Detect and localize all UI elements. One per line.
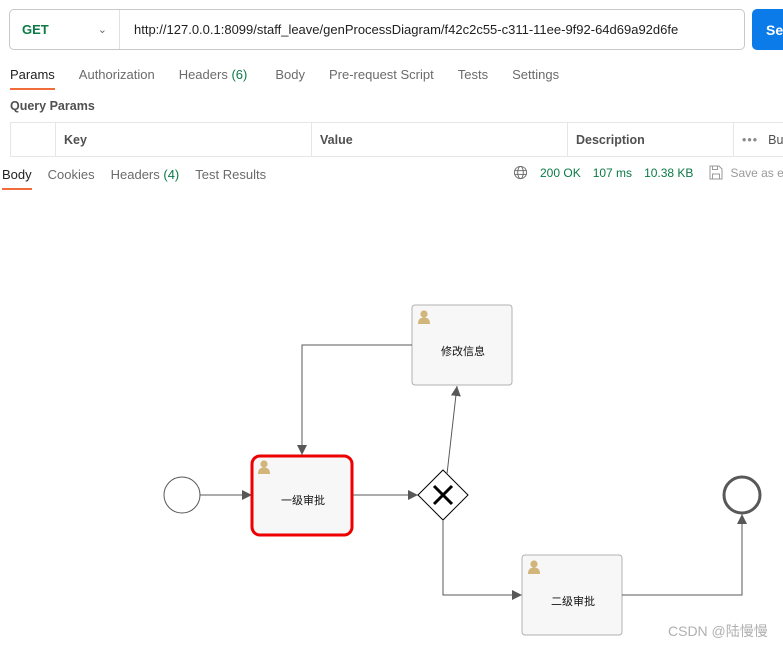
chevron-down-icon: ⌄ xyxy=(97,24,107,36)
tab-body[interactable]: Body xyxy=(275,62,305,90)
tab-label: Headers xyxy=(110,167,160,182)
params-table-header: Key Value Description ••• Bu xyxy=(10,122,783,157)
more-icon[interactable]: ••• xyxy=(742,133,758,147)
response-tab-body[interactable]: Body xyxy=(2,160,32,190)
tab-label: Authorization xyxy=(78,67,155,82)
request-tabs: Params Authorization Headers (6) Body Pr… xyxy=(10,62,559,90)
response-tabs: Body Cookies Headers (4) Test Results xyxy=(2,160,266,190)
save-as-example-button[interactable]: Save as ex xyxy=(730,166,783,180)
watermark: CSDN @陆慢慢 xyxy=(668,623,768,639)
tab-count: (4) xyxy=(163,167,180,182)
query-params-title: Query Params xyxy=(10,99,95,113)
task-label: 二级审批 xyxy=(551,594,595,608)
url-input[interactable] xyxy=(134,10,734,49)
tab-count: (6) xyxy=(231,67,248,82)
column-checkbox xyxy=(10,123,55,156)
process-diagram: 一级审批 修改信息 二级审批 xyxy=(163,304,762,636)
method-select[interactable]: GET ⌄ xyxy=(10,10,120,49)
end-event[interactable] xyxy=(722,475,762,515)
sequence-flow xyxy=(297,344,412,455)
response-tab-test-results[interactable]: Test Results xyxy=(195,160,266,190)
tab-label: Headers xyxy=(178,67,228,82)
tab-label: Body xyxy=(2,167,32,182)
tab-pre-request-script[interactable]: Pre-request Script xyxy=(329,62,434,90)
column-description: Description xyxy=(567,123,733,156)
response-tab-cookies[interactable]: Cookies xyxy=(48,160,95,190)
tab-headers[interactable]: Headers (6) xyxy=(179,62,248,90)
tab-label: Test Results xyxy=(195,167,267,182)
tab-label: Tests xyxy=(457,67,489,82)
task-modify-info[interactable]: 修改信息 xyxy=(411,304,513,386)
response-tab-headers[interactable]: Headers (4) xyxy=(111,160,180,190)
tab-label: Cookies xyxy=(47,167,95,182)
task-level2-approval[interactable]: 二级审批 xyxy=(521,554,623,636)
save-icon xyxy=(709,165,723,180)
column-key: Key xyxy=(55,123,311,156)
tab-label: Pre-request Script xyxy=(328,67,434,82)
response-time[interactable]: 107 ms xyxy=(593,166,632,180)
start-event[interactable] xyxy=(163,476,201,514)
response-meta: 200 OK 107 ms 10.38 KB Save as ex xyxy=(513,165,783,180)
tab-label: Body xyxy=(275,67,305,82)
exclusive-gateway[interactable] xyxy=(417,469,469,521)
sequence-flow xyxy=(622,514,747,596)
sequence-flow xyxy=(442,520,522,600)
sequence-flow xyxy=(446,385,461,475)
task-level1-approval[interactable]: 一级审批 xyxy=(250,454,354,537)
tab-settings[interactable]: Settings xyxy=(512,62,559,90)
tab-params[interactable]: Params xyxy=(10,62,55,90)
response-size[interactable]: 10.38 KB xyxy=(644,166,693,180)
globe-icon[interactable] xyxy=(513,165,528,180)
send-button[interactable]: Se xyxy=(752,9,783,50)
tab-authorization[interactable]: Authorization xyxy=(79,62,155,90)
task-label: 修改信息 xyxy=(441,344,485,358)
column-value: Value xyxy=(311,123,567,156)
method-label: GET xyxy=(22,22,49,37)
tab-label: Params xyxy=(10,67,55,82)
tab-tests[interactable]: Tests xyxy=(458,62,488,90)
bulk-edit-label: Bu xyxy=(768,132,783,147)
status-code[interactable]: 200 OK xyxy=(540,166,581,180)
bulk-edit[interactable]: ••• Bu xyxy=(733,123,783,156)
url-bar: GET ⌄ xyxy=(9,9,745,50)
task-label: 一级审批 xyxy=(281,493,325,507)
tab-label: Settings xyxy=(512,67,560,82)
